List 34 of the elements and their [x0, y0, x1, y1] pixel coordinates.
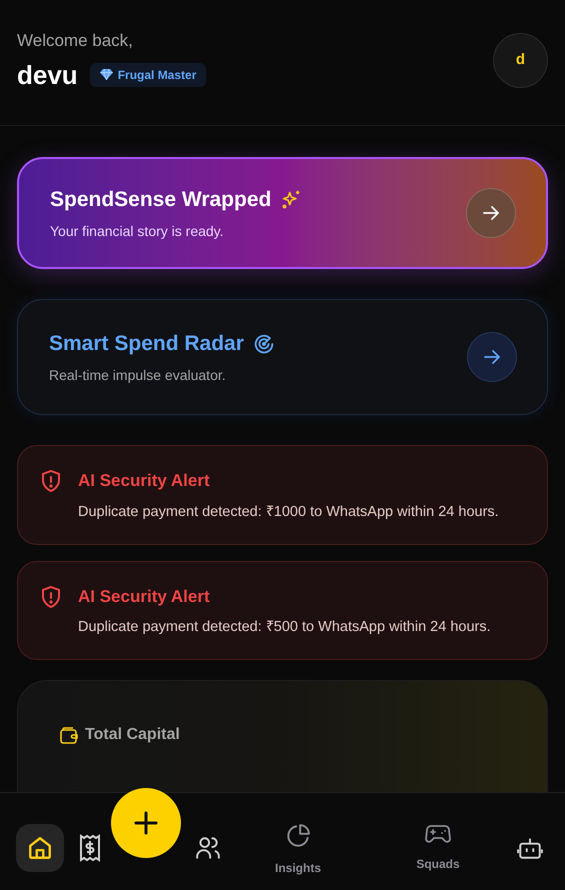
feature-card[interactable]: Smart Spend Radar Real-time impulse evaluator.: [17, 299, 548, 415]
arrow-button[interactable]: [466, 188, 516, 238]
shield-alert-icon: [40, 469, 62, 493]
gamepad-icon: [425, 823, 451, 845]
alert-title: AI Security Alert: [78, 470, 211, 492]
home-icon: [27, 835, 53, 861]
pie-chart-icon: [285, 823, 311, 849]
shield-alert-icon: [40, 584, 62, 608]
total-capital-label: Total Capital: [85, 725, 180, 745]
plus-icon: [134, 811, 158, 835]
alert-message: Duplicate payment detected: ₹1000 to WhatsApp within 24 hours.: [78, 502, 499, 522]
alert-message: Duplicate payment detected: ₹500 to WhatsApp within 24 hours.: [78, 618, 491, 637]
nav-item[interactable]: Squads: [410, 823, 466, 873]
nav-item[interactable]: Insights: [270, 823, 326, 877]
card-title: Smart Spend Radar: [49, 330, 244, 357]
alert-title: AI Security Alert: [78, 586, 211, 608]
avatar-button[interactable]: d: [493, 33, 548, 88]
nav-item[interactable]: [16, 824, 64, 872]
arrow-right-icon: [483, 349, 501, 365]
wallet-icon: [60, 726, 78, 744]
card-title: SpendSense Wrapped: [50, 186, 272, 213]
radar-icon: [254, 334, 274, 354]
arrow-button[interactable]: [467, 332, 517, 382]
receipt-icon: [79, 834, 101, 862]
users-icon: [195, 835, 221, 861]
card-subtitle: Your financial story is ready.: [50, 222, 225, 242]
greeting-text: Welcome back,: [17, 30, 134, 52]
arrow-right-icon: [482, 205, 500, 221]
diamond-icon: [100, 69, 113, 80]
feature-card[interactable]: SpendSense Wrapped Your financial story is ready.: [17, 157, 548, 269]
sparkles-icon: [281, 189, 302, 210]
card-subtitle: Real-time impulse evaluator.: [49, 366, 227, 386]
username: devu: [17, 62, 78, 88]
rank-badge: Frugal Master: [90, 62, 206, 86]
